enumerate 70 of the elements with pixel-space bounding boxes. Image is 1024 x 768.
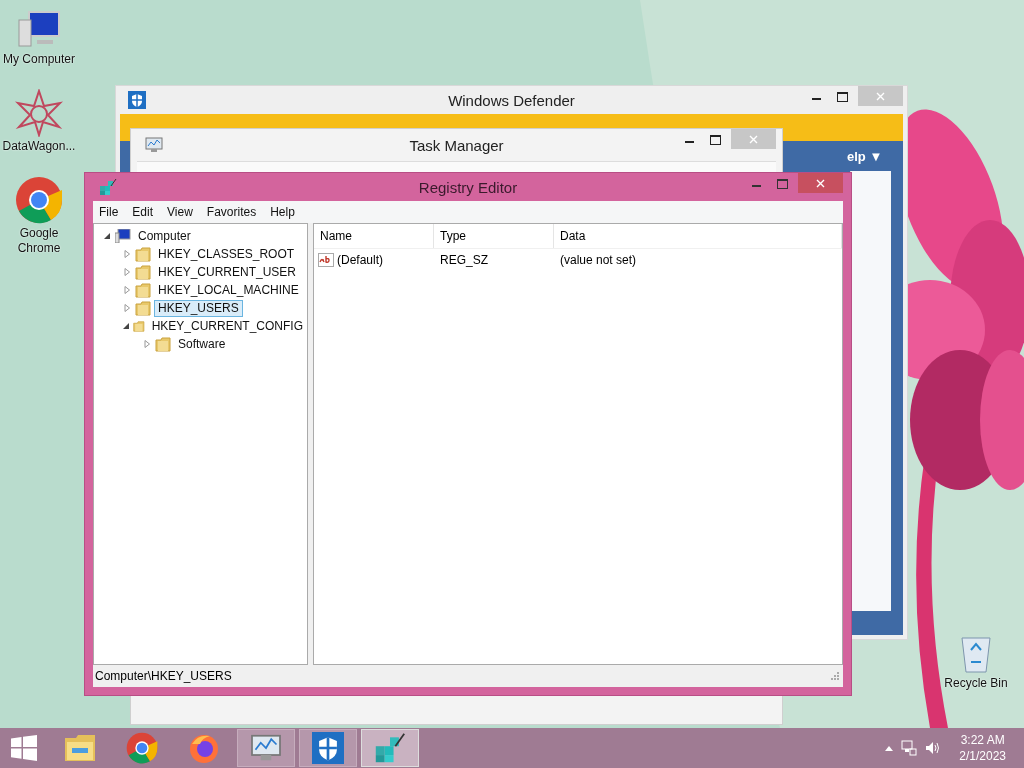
taskmgr-taskbar-button[interactable] [237,729,295,767]
cubes-icon [99,178,117,196]
speaker-icon[interactable] [925,741,942,755]
tree-item[interactable]: HKEY_LOCAL_MACHINE [154,281,303,299]
desktop-icon-label[interactable]: Google Chrome [0,226,78,256]
string-value-icon [318,253,334,267]
clock-time[interactable]: 3:22 AM [960,732,1005,748]
shield-icon [128,91,146,109]
clock-date[interactable]: 2/1/2023 [959,748,1006,764]
firefox-icon [188,732,220,764]
monitor-chart-icon [145,137,163,153]
window-title: Registry Editor [418,178,518,196]
computer-icon[interactable] [17,10,61,50]
menu-item[interactable]: View [167,205,193,219]
folder-icon [133,318,145,334]
column-header[interactable]: Data [554,224,842,248]
tree-item[interactable]: HKEY_CLASSES_ROOT [154,245,299,263]
close-icon [816,178,825,188]
collapsed-arrow-icon[interactable] [122,268,132,276]
chrome-icon[interactable] [15,176,63,224]
table-cell-text: REG_SZ [439,253,489,267]
folder-icon [64,734,96,762]
tree-item[interactable]: HKEY_CURRENT_USER [154,263,301,281]
regedit-taskbar-button[interactable] [361,729,419,767]
menu-item[interactable]: Edit [132,205,154,219]
column-header[interactable]: Name [314,224,434,248]
tree-item[interactable]: Software [174,335,230,353]
window-title: Task Manager [409,136,504,154]
collapsed-arrow-icon[interactable] [122,304,132,312]
maximize-icon[interactable] [837,92,848,102]
folder-icon [135,300,151,316]
tree-item[interactable]: Computer [134,227,195,245]
windows-start-icon[interactable] [11,735,37,761]
resize-grip-icon[interactable] [831,672,839,680]
collapsed-arrow-icon[interactable] [122,250,132,258]
folder-icon [155,336,171,352]
collapsed-arrow-icon[interactable] [122,286,132,294]
menu-item[interactable]: Favorites [206,205,257,219]
monitor-chart-icon [250,734,282,762]
tree-item[interactable]: HKEY_CURRENT_CONFIG [147,317,307,335]
star-pattern-icon[interactable] [15,89,63,137]
defender-taskbar-button[interactable] [299,729,357,767]
table-cell-text: (value not set) [559,253,638,267]
chrome-icon [126,732,158,764]
status-text: Computer\HKEY_USERS [95,669,232,683]
column-header[interactable]: Type [434,224,554,248]
close-icon [876,91,885,101]
tree-item[interactable]: HKEY_USERS [154,299,243,317]
expanded-arrow-icon[interactable] [102,232,112,240]
maximize-icon[interactable] [710,135,721,145]
folder-icon [135,264,151,280]
expanded-arrow-icon[interactable] [122,322,130,330]
menu-item[interactable]: File [99,205,119,219]
computer-icon [115,229,131,243]
close-icon [749,134,758,144]
help-menu[interactable]: elp ▼ [847,149,883,164]
show-hidden-icons-icon[interactable] [885,745,894,751]
folder-icon [135,246,151,262]
menu-item[interactable]: Help [270,205,295,219]
shield-icon [312,732,344,764]
close-button[interactable] [798,173,843,193]
table-cell: (Default) [337,253,383,267]
desktop-icon-label[interactable]: DataWagon... [2,139,76,154]
desktop-icon-label[interactable]: My Computer [3,52,75,67]
window-title: Windows Defender [448,91,575,109]
desktop-icon-label[interactable]: Recycle Bin [944,676,1008,691]
collapsed-arrow-icon[interactable] [142,340,152,348]
cubes-icon [374,732,406,764]
network-icon[interactable] [901,740,918,756]
folder-icon [135,282,151,298]
